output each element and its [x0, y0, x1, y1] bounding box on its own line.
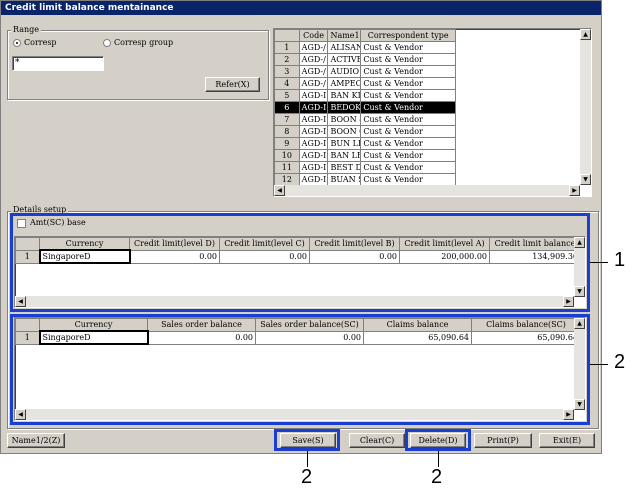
row-header-cell[interactable]: 6 [274, 101, 300, 114]
table-row[interactable]: 9AGD-IBUN LECCust & Vendor [274, 137, 456, 150]
name1-cell[interactable]: BEDOK ( [327, 101, 362, 114]
callout-line-2 [590, 364, 608, 365]
window-title: Credit limit balance mentainance [1, 1, 601, 15]
code-cell[interactable]: AGD-I [298, 101, 329, 114]
name1-2-button[interactable]: Name1/2(Z) [7, 433, 65, 448]
correspondent-grid[interactable]: Code Name1 Correspondent type 1 AGD-/ALIS… [273, 28, 592, 197]
corresp-group-radio[interactable] [103, 39, 111, 47]
correspondent-type-cell[interactable]: Cust & Vendor [360, 113, 456, 126]
exit-button[interactable]: Exit(E) [539, 433, 595, 448]
table-row[interactable]: 7AGD-IBOON &Cust & Vendor [274, 113, 456, 126]
name1-cell[interactable]: BAN KIN [327, 89, 362, 102]
correspondent-type-cell[interactable]: Cust & Vendor [360, 53, 456, 66]
correspondent-type-cell[interactable]: Cust & Vendor [360, 89, 456, 102]
range-label: Range [11, 25, 41, 34]
name1-cell[interactable]: ALISAN [327, 41, 362, 54]
callout-delete: 2 [431, 466, 443, 488]
table-row[interactable]: 11AGD-IBEST DECust & Vendor [274, 161, 456, 174]
print-button[interactable]: Print(P) [474, 433, 532, 448]
name1-cell[interactable]: AUDIO I [327, 65, 362, 78]
code-cell[interactable]: AGD-I [298, 89, 329, 102]
scroll-down-icon[interactable]: ▼ [580, 174, 591, 185]
callout-line-save [307, 451, 308, 467]
correspondent-type-cell[interactable]: Cust & Vendor [360, 65, 456, 78]
refer-button[interactable]: Refer(X) [205, 77, 260, 92]
column-header-code[interactable]: Code [298, 29, 329, 42]
scroll-left-icon[interactable]: ◀ [274, 185, 285, 196]
name1-cell[interactable]: BUAN SI [327, 173, 362, 186]
callout-line-1 [590, 262, 608, 263]
row-header-cell[interactable]: 3 [274, 65, 300, 78]
clear-button[interactable]: Clear(C) [349, 433, 405, 448]
correspondent-grid-hscrollbar[interactable]: ◀ ▶ [274, 185, 580, 196]
code-cell[interactable]: AGD-I [298, 149, 329, 162]
callout-1: 1 [614, 249, 626, 271]
row-header-cell[interactable]: 5 [274, 89, 300, 102]
code-cell[interactable]: AGD-/ [298, 65, 329, 78]
code-cell[interactable]: AGD-I [298, 113, 329, 126]
correspondent-type-cell[interactable]: Cust & Vendor [360, 125, 456, 138]
corresp-filter-input[interactable]: * [12, 56, 104, 71]
corresp-radio[interactable] [13, 39, 21, 47]
correspondent-type-cell[interactable]: Cust & Vendor [360, 137, 456, 150]
table-row[interactable]: 4AGD-/AMPECSCust & Vendor [274, 77, 456, 90]
balance-grid-highlight [10, 314, 590, 425]
correspondent-grid-vscrollbar[interactable]: ▲ ▼ [580, 29, 591, 185]
column-header-name1[interactable]: Name1 [327, 29, 362, 42]
table-row[interactable]: 1 AGD-/ALISAN Cust & Vendor [274, 41, 456, 54]
correspondent-type-cell[interactable]: Cust & Vendor [360, 77, 456, 90]
correspondent-type-cell[interactable]: Cust & Vendor [360, 149, 456, 162]
scroll-up-icon[interactable]: ▲ [580, 29, 591, 40]
code-cell[interactable]: AGD-I [298, 161, 329, 174]
name1-cell[interactable]: BOON C [327, 125, 362, 138]
row-header-cell[interactable]: 8 [274, 125, 300, 138]
code-cell[interactable]: AGD-/ [298, 77, 329, 90]
row-header-cell[interactable]: 11 [274, 161, 300, 174]
table-row[interactable]: 3AGD-/AUDIO ICust & Vendor [274, 65, 456, 78]
table-row[interactable]: 12AGD-IBUAN SICust & Vendor [274, 173, 456, 186]
column-header-correspondent-type[interactable]: Correspondent type [360, 29, 456, 42]
table-row[interactable]: 5AGD-IBAN KINCust & Vendor [274, 89, 456, 102]
code-cell[interactable]: AGD-I [298, 125, 329, 138]
name1-cell[interactable]: AMPECS [327, 77, 362, 90]
table-row[interactable]: 8AGD-IBOON CCust & Vendor [274, 125, 456, 138]
name1-cell[interactable]: BEST DE [327, 161, 362, 174]
table-row[interactable]: 6AGD-IBEDOK (Cust & Vendor [274, 101, 456, 114]
scroll-right-icon[interactable]: ▶ [569, 185, 580, 196]
code-cell[interactable]: AGD-I [298, 173, 329, 186]
row-header-cell[interactable]: 7 [274, 113, 300, 126]
row-header-cell[interactable]: 2 [274, 53, 300, 66]
correspondent-type-cell[interactable]: Cust & Vendor [360, 101, 456, 114]
row-header-cell[interactable]: 12 [274, 173, 300, 186]
table-row[interactable]: 2 AGD-/ACTIVE Cust & Vendor [274, 53, 456, 66]
callout-2: 2 [614, 351, 626, 373]
code-cell[interactable]: AGD-/ [298, 53, 329, 66]
correspondent-type-cell[interactable]: Cust & Vendor [360, 173, 456, 186]
name1-cell[interactable]: BAN LEE [327, 149, 362, 162]
save-highlight [274, 429, 340, 451]
callout-line-delete [438, 451, 439, 467]
code-cell[interactable]: AGD-I [298, 137, 329, 150]
corresp-radio-label: Corresp [24, 38, 57, 47]
corner-cell [274, 29, 300, 42]
row-header-cell[interactable]: 10 [274, 149, 300, 162]
callout-save: 2 [301, 466, 313, 488]
table-row[interactable]: 10AGD-IBAN LEECust & Vendor [274, 149, 456, 162]
limit-grid-highlight [10, 213, 590, 312]
name1-cell[interactable]: BOON & [327, 113, 362, 126]
code-cell[interactable]: AGD-/ [298, 41, 329, 54]
row-header-cell[interactable]: 9 [274, 137, 300, 150]
name1-cell[interactable]: ACTIVE [327, 53, 362, 66]
delete-highlight [405, 429, 471, 451]
row-header-cell[interactable]: 1 [274, 41, 300, 54]
correspondent-table: Code Name1 Correspondent type 1 AGD-/ALIS… [274, 29, 456, 186]
correspondent-type-cell[interactable]: Cust & Vendor [360, 41, 456, 54]
row-header-cell[interactable]: 4 [274, 77, 300, 90]
name1-cell[interactable]: BUN LEC [327, 137, 362, 150]
corresp-group-radio-label: Corresp group [114, 38, 174, 47]
correspondent-type-cell[interactable]: Cust & Vendor [360, 161, 456, 174]
